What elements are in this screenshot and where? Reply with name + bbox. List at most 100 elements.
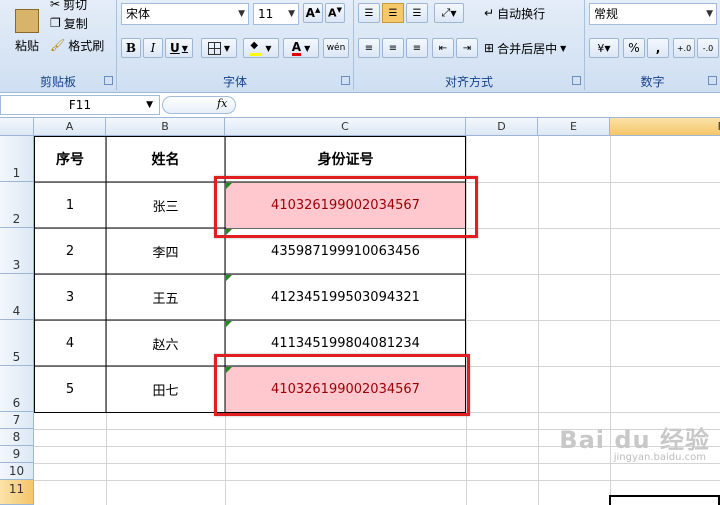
number-group: 常规 ▼ ¥ ▼ % , +.0 -.0 数字 bbox=[585, 0, 720, 90]
clipboard-group-label: 剪贴板 bbox=[39, 75, 76, 89]
cell-no[interactable]: 5 bbox=[34, 366, 106, 412]
align-top-icon: ☰ bbox=[364, 7, 374, 19]
chevron-down-icon: ▼ bbox=[450, 8, 457, 18]
borders-button[interactable]: ▼ bbox=[201, 38, 237, 58]
clipboard-launcher-icon[interactable] bbox=[104, 76, 113, 85]
select-all-corner[interactable] bbox=[0, 118, 34, 136]
fx-icon[interactable]: fx bbox=[217, 97, 227, 110]
font-name-value: 宋体 bbox=[126, 7, 151, 21]
font-color-icon: A bbox=[291, 39, 302, 56]
grow-font-button[interactable]: A▲ bbox=[303, 3, 323, 23]
cell-no[interactable]: 1 bbox=[34, 182, 106, 228]
wrap-text-button[interactable]: ↵ 自动换行 bbox=[484, 3, 545, 23]
font-size-select[interactable]: 11 ▼ bbox=[253, 3, 299, 25]
font-launcher-icon[interactable] bbox=[341, 76, 350, 85]
cell-no[interactable]: 4 bbox=[34, 320, 106, 366]
scissors-icon: ✂ bbox=[50, 0, 61, 11]
paste-icon bbox=[15, 8, 39, 33]
row-number: 3 bbox=[12, 258, 21, 272]
cut-button[interactable]: ✂ 剪切 bbox=[50, 0, 87, 12]
fx-button-area: fx bbox=[162, 96, 236, 114]
row-header-5[interactable]: 5 bbox=[0, 320, 34, 366]
chevron-down-icon: ▼ bbox=[604, 43, 611, 53]
phonetic-button[interactable]: wén bbox=[323, 38, 349, 58]
ribbon: 粘贴 ✂ 剪切 ❐ 复制 🖌 格式刷 剪贴板 宋体 ▼ 11 ▼ A▲ A▼ B I U ▼… bbox=[0, 0, 720, 93]
merge-center-button[interactable]: ⊞ 合并后居中 ▼ bbox=[484, 38, 566, 58]
decrease-indent-button[interactable]: ⇤ bbox=[432, 38, 454, 58]
copy-label: 复制 bbox=[63, 16, 88, 31]
align-left-icon: ≡ bbox=[364, 42, 374, 54]
chevron-down-icon: ▼ bbox=[223, 43, 231, 53]
row-header-7[interactable]: 7 bbox=[0, 412, 34, 429]
cell-name[interactable]: 张三 bbox=[106, 182, 225, 228]
orientation-icon: ⤢ bbox=[441, 6, 451, 19]
cell-name[interactable]: 王五 bbox=[106, 274, 225, 320]
row-header-9[interactable]: 9 bbox=[0, 446, 34, 463]
watermark-url: jingyan.baidu.com bbox=[613, 452, 706, 463]
merge-center-icon: ⊞ bbox=[484, 41, 495, 55]
alignment-group: ☰ ☰ ☰ ⤢ ▼ ↵ 自动换行 ≡ ≡ ≡ ⇤ ⇥ ⊞ 合并后居中 ▼ 对齐方式 bbox=[354, 0, 585, 90]
cell-name[interactable]: 赵六 bbox=[106, 320, 225, 366]
name-box[interactable]: F11 ▼ bbox=[0, 95, 160, 115]
row-number: 10 bbox=[8, 464, 25, 478]
bold-button[interactable]: B bbox=[121, 38, 141, 58]
alignment-launcher-icon[interactable] bbox=[572, 76, 581, 85]
align-left-button[interactable]: ≡ bbox=[358, 38, 380, 58]
wrap-text-icon: ↵ bbox=[484, 6, 495, 20]
row-header-8[interactable]: 8 bbox=[0, 429, 34, 446]
header-cell-no[interactable]: 序号 bbox=[34, 136, 106, 182]
currency-icon: ¥ bbox=[597, 41, 605, 55]
align-middle-button[interactable]: ☰ bbox=[382, 3, 404, 23]
row-header-3[interactable]: 3 bbox=[0, 228, 34, 274]
phonetic-icon: wén bbox=[326, 43, 346, 53]
column-header-c[interactable]: C bbox=[225, 118, 466, 136]
percent-button[interactable]: % bbox=[623, 38, 645, 58]
column-header-b[interactable]: B bbox=[106, 118, 225, 136]
fill-color-button[interactable]: ◆ ▼ bbox=[243, 38, 279, 58]
cell-name[interactable]: 李四 bbox=[106, 228, 225, 274]
row-header-10[interactable]: 10 bbox=[0, 463, 34, 480]
column-header-d[interactable]: D bbox=[466, 118, 538, 136]
column-header-a[interactable]: A bbox=[34, 118, 106, 136]
align-bottom-button[interactable]: ☰ bbox=[406, 3, 428, 23]
row-number: 8 bbox=[12, 430, 21, 444]
copy-button[interactable]: ❐ 复制 bbox=[50, 15, 88, 31]
column-header-e[interactable]: E bbox=[538, 118, 610, 136]
header-cell-name[interactable]: 姓名 bbox=[106, 136, 225, 182]
italic-button[interactable]: I bbox=[143, 38, 163, 58]
number-launcher-icon[interactable] bbox=[708, 76, 717, 85]
increase-decimal-button[interactable]: +.0 bbox=[673, 38, 695, 58]
active-cell-outline[interactable] bbox=[609, 495, 720, 505]
paste-button[interactable]: 粘贴 bbox=[8, 0, 46, 62]
font-color-button[interactable]: A ▼ bbox=[283, 38, 319, 58]
number-format-select[interactable]: 常规 ▼ bbox=[589, 3, 717, 25]
row-number: 5 bbox=[12, 350, 21, 364]
row-number: 2 bbox=[12, 212, 21, 226]
column-header-f[interactable]: F bbox=[610, 118, 720, 136]
brush-icon: 🖌 bbox=[50, 38, 66, 52]
cell-no[interactable]: 2 bbox=[34, 228, 106, 274]
comma-button[interactable]: , bbox=[647, 38, 669, 58]
shrink-font-button[interactable]: A▼ bbox=[325, 3, 345, 23]
underline-button[interactable]: U ▼ bbox=[165, 38, 193, 58]
cell-name[interactable]: 田七 bbox=[106, 366, 225, 412]
font-name-select[interactable]: 宋体 ▼ bbox=[121, 3, 249, 25]
row-header-6[interactable]: 6 bbox=[0, 366, 34, 412]
cell-id[interactable]: 412345199503094321 bbox=[225, 274, 466, 320]
cell-no[interactable]: 3 bbox=[34, 274, 106, 320]
align-bottom-icon: ☰ bbox=[412, 7, 422, 19]
row-header-4[interactable]: 4 bbox=[0, 274, 34, 320]
decrease-decimal-button[interactable]: -.0 bbox=[697, 38, 719, 58]
row-header-1[interactable]: 1 bbox=[0, 136, 34, 182]
align-center-button[interactable]: ≡ bbox=[382, 38, 404, 58]
row-header-11[interactable]: 11 bbox=[0, 480, 34, 505]
orientation-button[interactable]: ⤢ ▼ bbox=[434, 3, 464, 23]
format-painter-button[interactable]: 🖌 格式刷 bbox=[50, 37, 104, 53]
formula-input[interactable] bbox=[240, 95, 720, 115]
currency-button[interactable]: ¥ ▼ bbox=[589, 38, 619, 58]
increase-indent-button[interactable]: ⇥ bbox=[456, 38, 478, 58]
chevron-down-icon: ▼ bbox=[706, 9, 713, 19]
align-right-button[interactable]: ≡ bbox=[406, 38, 428, 58]
row-header-2[interactable]: 2 bbox=[0, 182, 34, 228]
align-top-button[interactable]: ☰ bbox=[358, 3, 380, 23]
